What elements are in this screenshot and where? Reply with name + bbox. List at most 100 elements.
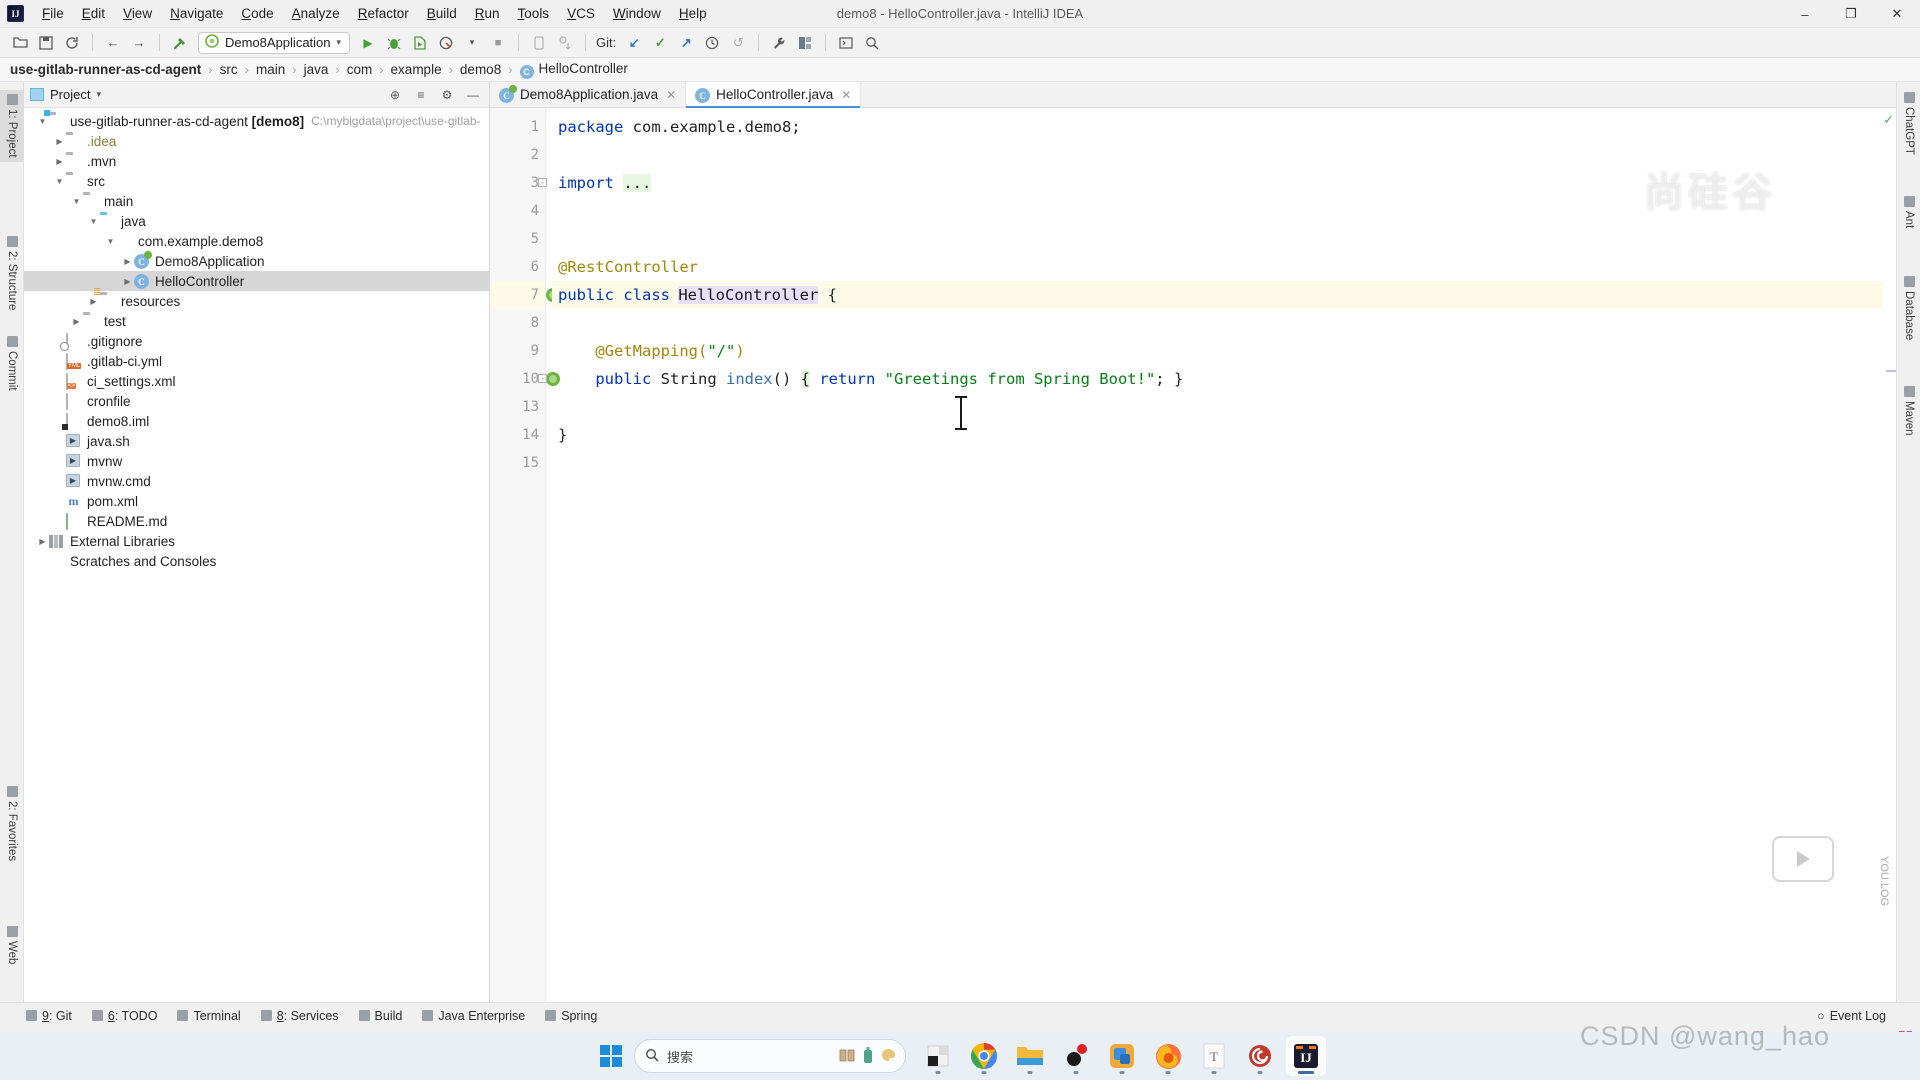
breadcrumb-item-class[interactable]: C HelloController	[519, 61, 628, 79]
search-everywhere-icon[interactable]	[860, 31, 884, 55]
code-line-2[interactable]	[552, 141, 1896, 169]
tree-node-pom-xml[interactable]: m pom.xml	[24, 491, 489, 511]
code-line-4[interactable]	[552, 197, 1896, 225]
code-line-15[interactable]	[552, 449, 1896, 477]
rail-item-database[interactable]: Database	[1897, 272, 1920, 344]
editor-tab-hellocontroller-java[interactable]: C HelloController.java ✕	[686, 82, 862, 108]
file-explorer-icon[interactable]	[1010, 1036, 1050, 1076]
project-structure-icon[interactable]	[793, 31, 817, 55]
breadcrumb-item-src[interactable]: src	[220, 62, 238, 77]
gutter-line-8[interactable]: 8	[490, 309, 545, 337]
gutter-line-4[interactable]: 4	[490, 197, 545, 225]
tree-node-use-gitlab-runner-as-cd-agent[interactable]: ▼ use-gitlab-runner-as-cd-agent [demo8] C:…	[24, 111, 489, 131]
menu-item-navigate[interactable]: Navigate	[161, 3, 232, 24]
code-line-14[interactable]: }	[552, 421, 1896, 449]
gutter-line-13[interactable]: 13	[490, 393, 545, 421]
rail-item-maven[interactable]: Maven	[1897, 382, 1920, 440]
menu-item-tools[interactable]: Tools	[509, 3, 559, 24]
chevron-down-icon[interactable]: ▾	[96, 89, 101, 100]
git-history-icon[interactable]	[700, 31, 724, 55]
wechat-devtools-icon[interactable]	[1102, 1036, 1142, 1076]
close-button[interactable]: ✕	[1874, 0, 1920, 28]
gutter-line-2[interactable]: 2	[490, 141, 545, 169]
menu-item-build[interactable]: Build	[418, 3, 466, 24]
breadcrumb-item-demo8[interactable]: demo8	[460, 62, 501, 77]
qq-music-icon[interactable]	[1056, 1036, 1096, 1076]
editor-gutter[interactable]: 1 2 3 4 5 6 7 8 9 10 13 14 15	[490, 108, 560, 1002]
git-rollback-icon[interactable]: ↺	[726, 31, 750, 55]
tree-node-external-libraries[interactable]: ▶ External Libraries	[24, 531, 489, 551]
bottle-icon[interactable]	[863, 1046, 873, 1066]
windows-start-icon[interactable]	[594, 1039, 628, 1073]
menu-item-view[interactable]: View	[114, 3, 161, 24]
code-line-8[interactable]	[552, 309, 1896, 337]
navigate-forward-icon[interactable]: →	[127, 31, 151, 55]
tree-node-com-example-demo8[interactable]: ▼ com.example.demo8	[24, 231, 489, 251]
tree-twisty[interactable]: ▶	[121, 271, 134, 291]
rail-item-project[interactable]: 1: Project	[0, 90, 24, 162]
tree-twisty[interactable]	[36, 551, 49, 571]
tree-twisty[interactable]: ▶	[53, 151, 66, 171]
gutter-line-5[interactable]: 5	[490, 225, 545, 253]
debug-button[interactable]	[382, 31, 406, 55]
rail-item-chatgpt[interactable]: ChatGPT	[1897, 88, 1920, 159]
tree-node-java-sh[interactable]: ▶ java.sh	[24, 431, 489, 451]
tree-twisty[interactable]	[53, 471, 66, 491]
tool-window-6--todo[interactable]: 6: TODO	[91, 1009, 157, 1023]
stop-button[interactable]: ■	[486, 31, 510, 55]
tree-twisty[interactable]: ▶	[36, 531, 49, 551]
tree-twisty[interactable]: ▶	[121, 251, 134, 271]
typora-icon[interactable]: T	[1194, 1036, 1234, 1076]
menu-item-code[interactable]: Code	[232, 3, 282, 24]
code-line-1[interactable]: package com.example.demo8;	[552, 113, 1896, 141]
menu-item-file[interactable]: File	[33, 3, 73, 24]
tree-twisty[interactable]	[53, 371, 66, 391]
maximize-button[interactable]: ❐	[1828, 0, 1874, 28]
taskbar-search-input[interactable]: 搜索	[634, 1039, 906, 1073]
book-icon[interactable]	[839, 1048, 855, 1065]
tree-twisty[interactable]	[53, 491, 66, 511]
open-folder-icon[interactable]	[8, 31, 32, 55]
code-folding-icon[interactable]: -	[538, 374, 547, 383]
rail-item-commit[interactable]: Commit	[0, 332, 24, 395]
tree-node-mvnw-cmd[interactable]: ▶ mvnw.cmd	[24, 471, 489, 491]
tree-node-ci-settings-xml[interactable]: <> ci_settings.xml	[24, 371, 489, 391]
tree-twisty[interactable]	[53, 451, 66, 471]
firefox-icon[interactable]	[1148, 1036, 1188, 1076]
navigate-back-icon[interactable]: ←	[101, 31, 125, 55]
gutter-line-6[interactable]: 6	[490, 253, 545, 281]
run-with-coverage-button[interactable]	[408, 31, 432, 55]
gutter-line-10[interactable]: 10	[490, 365, 560, 393]
google-chrome-icon[interactable]	[964, 1036, 1004, 1076]
git-update-icon[interactable]: ↙	[622, 31, 646, 55]
event-log-button[interactable]: ○ Event Log	[1817, 1009, 1886, 1023]
tree-node-readme-md[interactable]: README.md	[24, 511, 489, 531]
code-line-6[interactable]: @RestController	[552, 253, 1896, 281]
hide-panel-icon[interactable]: —	[463, 85, 483, 105]
tree-twisty[interactable]: ▼	[104, 231, 117, 251]
tree-node-main[interactable]: ▼ main	[24, 191, 489, 211]
tree-twisty[interactable]	[53, 351, 66, 371]
code-line-7[interactable]: public class HelloController {	[552, 281, 1896, 309]
build-hammer-icon[interactable]	[168, 31, 192, 55]
save-icon[interactable]	[34, 31, 58, 55]
gutter-line-7[interactable]: 7	[490, 281, 560, 309]
tree-node-test[interactable]: ▶ test	[24, 311, 489, 331]
scroll-from-source-icon[interactable]: ⊕	[385, 85, 405, 105]
tree-twisty[interactable]: ▼	[53, 171, 66, 191]
editor-tab-demo8application-java[interactable]: C Demo8Application.java ✕	[490, 82, 687, 107]
menu-item-edit[interactable]: Edit	[73, 3, 114, 24]
tree-twisty[interactable]	[53, 431, 66, 451]
tree-node--mvn[interactable]: ▶ .mvn	[24, 151, 489, 171]
rail-item-ant[interactable]: Ant	[1897, 192, 1920, 232]
breadcrumb-item-use-gitlab-runner-as-cd-agent[interactable]: use-gitlab-runner-as-cd-agent	[10, 62, 201, 77]
code-line-13[interactable]	[552, 393, 1896, 421]
menu-item-vcs[interactable]: VCS	[558, 3, 604, 24]
tree-node-demo8application[interactable]: ▶ C Demo8Application	[24, 251, 489, 271]
menu-item-run[interactable]: Run	[466, 3, 509, 24]
tree-node-java[interactable]: ▼ java	[24, 211, 489, 231]
tree-node--gitlab-ci-yml[interactable]: YML .gitlab-ci.yml	[24, 351, 489, 371]
close-icon[interactable]: ✕	[666, 88, 676, 102]
tree-node-demo8-iml[interactable]: demo8.iml	[24, 411, 489, 431]
sync-project-icon[interactable]	[553, 31, 577, 55]
